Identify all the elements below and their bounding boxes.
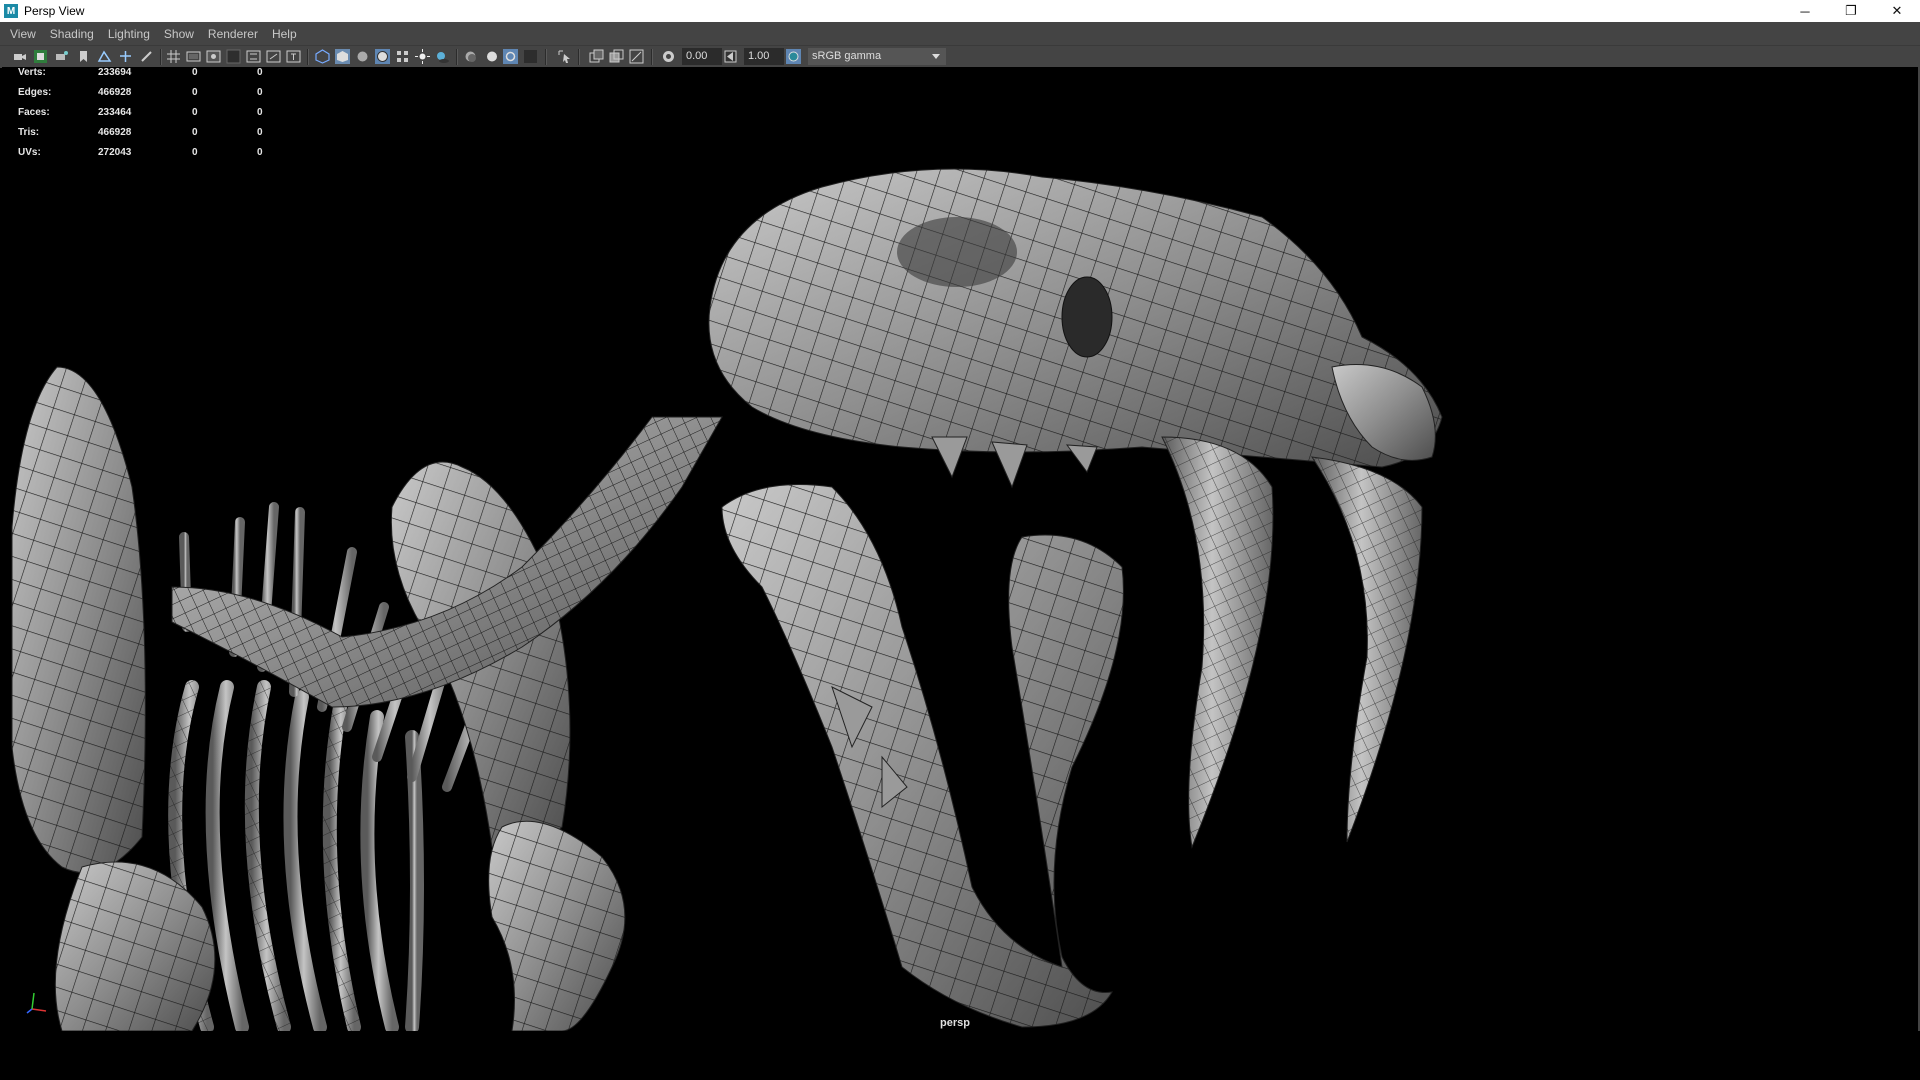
minimize-button[interactable]: ─ — [1782, 0, 1828, 22]
scene-render — [11, 168, 1443, 1031]
wireframe-on-shaded-icon[interactable] — [375, 49, 390, 64]
exposure-field[interactable]: 0.00 — [682, 48, 722, 65]
smooth-shade-icon[interactable] — [335, 49, 350, 64]
toolbar-separator — [307, 49, 309, 65]
restore-button[interactable]: ❐ — [1828, 0, 1874, 22]
screen-space-ao-icon[interactable] — [463, 49, 478, 64]
window-title: Persp View — [24, 4, 85, 18]
grid-icon[interactable] — [166, 49, 181, 64]
xray-active-components-icon[interactable] — [609, 49, 624, 64]
wireframe-icon[interactable] — [315, 49, 330, 64]
two-d-pan-zoom-icon[interactable] — [118, 49, 133, 64]
image-plane-icon[interactable] — [97, 49, 112, 64]
window-titlebar: M Persp View ─ ❐ ✕ — [0, 0, 1920, 22]
gamma-icon[interactable] — [723, 49, 738, 64]
depth-of-field-icon[interactable] — [523, 49, 538, 64]
color-space-value: sRGB gamma — [812, 50, 882, 62]
motion-blur-icon[interactable] — [483, 49, 498, 64]
use-default-material-icon[interactable] — [355, 49, 370, 64]
panel-bottom-strip — [0, 1031, 1920, 1080]
menu-renderer[interactable]: Renderer — [201, 27, 265, 41]
camera-name-label: persp — [940, 1017, 970, 1029]
gate-mask-icon[interactable] — [226, 49, 241, 64]
camera-attributes-icon[interactable] — [54, 49, 69, 64]
exposure-icon[interactable] — [661, 49, 676, 64]
menu-show[interactable]: Show — [157, 27, 201, 41]
toolbar-separator — [651, 49, 653, 65]
resolution-gate-icon[interactable] — [206, 49, 221, 64]
color-space-dropdown-button[interactable] — [926, 48, 944, 65]
menu-help[interactable]: Help — [265, 27, 304, 41]
select-camera-icon[interactable] — [12, 49, 27, 64]
use-all-lights-icon[interactable] — [415, 49, 430, 64]
menu-view[interactable]: View — [0, 27, 43, 41]
bookmark-icon[interactable] — [76, 49, 91, 64]
panel-menubar: View Shading Lighting Show Renderer Help — [0, 22, 1920, 45]
safe-title-icon[interactable] — [286, 49, 301, 64]
view-axis-icon — [26, 992, 47, 1014]
toolbar-separator — [578, 49, 580, 65]
panel-toolbar: 0.00 1.00 sRGB gamma — [0, 45, 1920, 68]
chevron-down-icon — [932, 54, 940, 59]
menu-lighting[interactable]: Lighting — [101, 27, 157, 41]
textured-icon[interactable] — [395, 49, 410, 64]
toolbar-separator — [545, 49, 547, 65]
view-transform-icon[interactable] — [786, 49, 801, 64]
isolate-select-icon[interactable] — [557, 49, 572, 64]
film-gate-icon[interactable] — [186, 49, 201, 64]
toolbar-separator — [456, 49, 458, 65]
toolbar-separator — [160, 49, 162, 65]
multisample-aa-icon[interactable] — [503, 49, 518, 64]
gamma-field[interactable]: 1.00 — [744, 48, 784, 65]
xray-icon[interactable] — [589, 49, 604, 64]
xray-joints-icon[interactable] — [629, 49, 644, 64]
safe-action-icon[interactable] — [266, 49, 281, 64]
shadows-icon[interactable] — [435, 49, 450, 64]
grease-pencil-icon[interactable] — [139, 49, 154, 64]
lock-camera-icon[interactable] — [33, 49, 48, 64]
close-button[interactable]: ✕ — [1874, 0, 1920, 22]
menu-shading[interactable]: Shading — [43, 27, 101, 41]
maya-logo-icon: M — [4, 4, 18, 18]
perspective-viewport[interactable]: Verts: 233694 0 0 Edges: 466928 0 0 Face… — [2, 67, 1918, 1031]
field-chart-icon[interactable] — [246, 49, 261, 64]
eye-socket — [1061, 276, 1113, 358]
